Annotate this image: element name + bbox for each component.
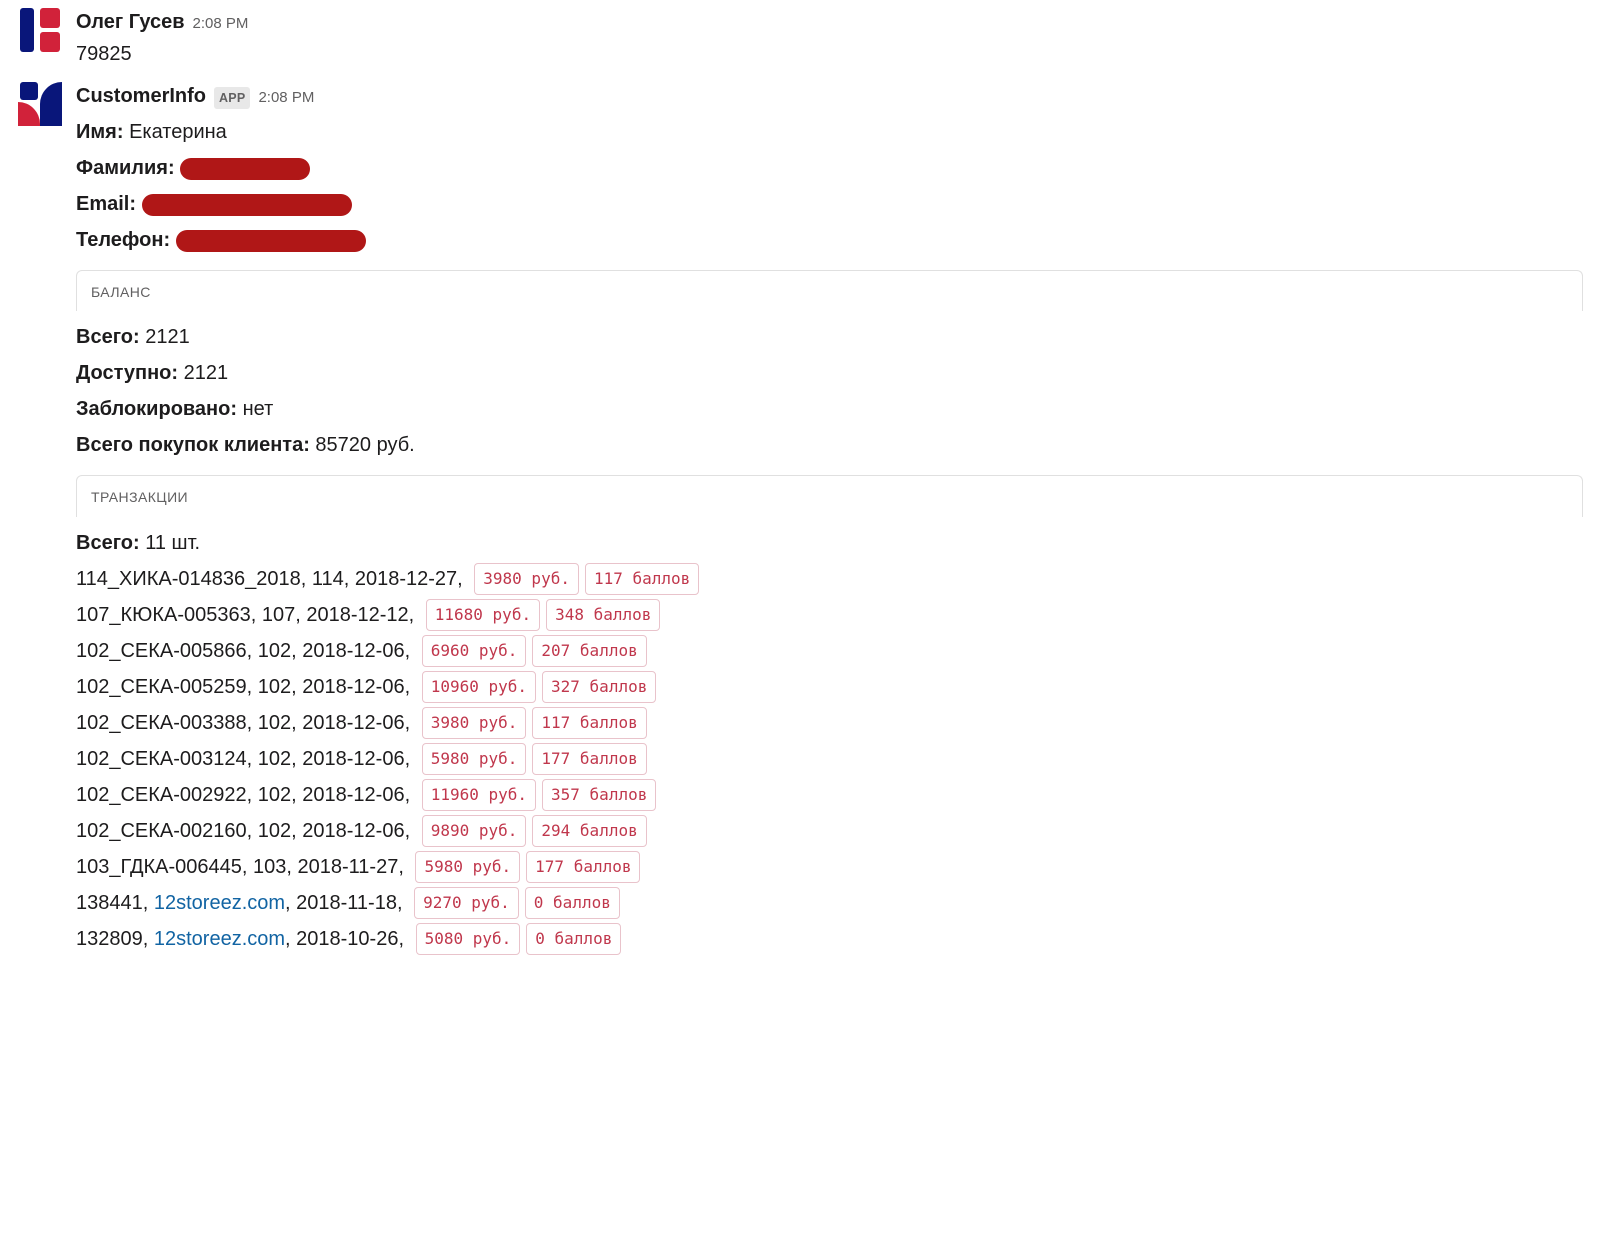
field-value: 11 шт.: [145, 532, 200, 554]
tx-amount-tag: 9890 руб.: [422, 815, 527, 847]
tx-points-tag: 207 баллов: [532, 635, 646, 667]
sender-name[interactable]: Олег Гусев: [76, 6, 185, 38]
field-label: Email:: [76, 193, 136, 215]
message-body: Олег Гусев 2:08 PM 79825: [76, 6, 1583, 70]
avatar[interactable]: [16, 6, 64, 54]
balance-total-purchases: Всего покупок клиента: 85720 руб.: [76, 429, 1583, 461]
message-text: 79825: [76, 38, 1583, 70]
tx-text: 102_СЕКА-005866, 102, 2018-12-06,: [76, 635, 416, 667]
field-value: 2121: [145, 326, 190, 348]
tx-points-tag: 0 баллов: [525, 887, 620, 919]
tx-row: 102_СЕКА-002922, 102, 2018-12-06, 11960 …: [76, 779, 1583, 811]
balance-blocked: Заблокировано: нет: [76, 393, 1583, 425]
field-value: нет: [243, 398, 274, 420]
tx-row: 138441, 12storeez.com, 2018-11-18, 9270 …: [76, 887, 1583, 919]
section-header-balance: БАЛАНС: [76, 270, 1583, 311]
tx-row: 102_СЕКА-005259, 102, 2018-12-06, 10960 …: [76, 671, 1583, 703]
message-body: CustomerInfo APP 2:08 PM Имя: Екатерина …: [76, 80, 1583, 961]
redacted-value: [180, 158, 310, 180]
field-label: Фамилия:: [76, 157, 175, 179]
tx-amount-tag: 11960 руб.: [422, 779, 536, 811]
tx-text: 107_КЮКА-005363, 107, 2018-12-12,: [76, 599, 420, 631]
tx-row: 103_ГДКА-006445, 103, 2018-11-27, 5980 р…: [76, 851, 1583, 883]
tx-row: 107_КЮКА-005363, 107, 2018-12-12, 11680 …: [76, 599, 1583, 631]
tx-row: 132809, 12storeez.com, 2018-10-26, 5080 …: [76, 923, 1583, 955]
field-value: 85720 руб.: [315, 434, 414, 456]
message: Олег Гусев 2:08 PM 79825: [0, 0, 1599, 74]
tx-points-tag: 294 баллов: [532, 815, 646, 847]
tx-points-tag: 117 баллов: [585, 563, 699, 595]
field-label: Телефон:: [76, 229, 170, 251]
section-header-transactions: ТРАНЗАКЦИИ: [76, 475, 1583, 516]
tx-text: 132809,: [76, 923, 154, 955]
field-label: Всего:: [76, 326, 140, 348]
tx-text: , 2018-10-26,: [285, 923, 410, 955]
tx-points-tag: 177 баллов: [526, 851, 640, 883]
tx-amount-tag: 3980 руб.: [422, 707, 527, 739]
message-time: 2:08 PM: [258, 86, 314, 110]
field-value: Екатерина: [129, 121, 227, 143]
balance-total: Всего: 2121: [76, 321, 1583, 353]
tx-text: 103_ГДКА-006445, 103, 2018-11-27,: [76, 851, 409, 883]
tx-amount-tag: 5080 руб.: [416, 923, 521, 955]
tx-amount-tag: 6960 руб.: [422, 635, 527, 667]
tx-row: 102_СЕКА-002160, 102, 2018-12-06, 9890 р…: [76, 815, 1583, 847]
tx-amount-tag: 5980 руб.: [415, 851, 520, 883]
message-time: 2:08 PM: [193, 12, 249, 36]
field-label: Всего покупок клиента:: [76, 434, 310, 456]
tx-row: 102_СЕКА-003388, 102, 2018-12-06, 3980 р…: [76, 707, 1583, 739]
field-label: Имя:: [76, 121, 124, 143]
sender-name[interactable]: CustomerInfo: [76, 80, 206, 112]
tx-row: 102_СЕКА-003124, 102, 2018-12-06, 5980 р…: [76, 743, 1583, 775]
tx-text: , 2018-11-18,: [285, 887, 408, 919]
tx-row: 102_СЕКА-005866, 102, 2018-12-06, 6960 р…: [76, 635, 1583, 667]
redacted-value: [142, 194, 352, 216]
tx-list: 114_ХИКА-014836_2018, 114, 2018-12-27, 3…: [76, 563, 1583, 955]
tx-amount-tag: 3980 руб.: [474, 563, 579, 595]
avatar[interactable]: [16, 80, 64, 128]
tx-link[interactable]: 12storeez.com: [154, 923, 285, 955]
tx-total: Всего: 11 шт.: [76, 527, 1583, 559]
customer-email-line: Email:: [76, 188, 1583, 220]
tx-points-tag: 177 баллов: [532, 743, 646, 775]
field-value: 2121: [184, 362, 229, 384]
tx-text: 102_СЕКА-003124, 102, 2018-12-06,: [76, 743, 416, 775]
tx-text: 114_ХИКА-014836_2018, 114, 2018-12-27,: [76, 563, 468, 595]
field-label: Заблокировано:: [76, 398, 237, 420]
tx-amount-tag: 11680 руб.: [426, 599, 540, 631]
message: CustomerInfo APP 2:08 PM Имя: Екатерина …: [0, 74, 1599, 965]
tx-points-tag: 117 баллов: [532, 707, 646, 739]
tx-amount-tag: 5980 руб.: [422, 743, 527, 775]
tx-text: 138441,: [76, 887, 154, 919]
field-label: Доступно:: [76, 362, 178, 384]
tx-points-tag: 348 баллов: [546, 599, 660, 631]
tx-text: 102_СЕКА-002160, 102, 2018-12-06,: [76, 815, 416, 847]
customer-surname-line: Фамилия:: [76, 152, 1583, 184]
customer-name-line: Имя: Екатерина: [76, 116, 1583, 148]
tx-points-tag: 357 баллов: [542, 779, 656, 811]
customer-phone-line: Телефон:: [76, 224, 1583, 256]
app-badge: APP: [214, 87, 250, 109]
tx-points-tag: 0 баллов: [526, 923, 621, 955]
balance-available: Доступно: 2121: [76, 357, 1583, 389]
tx-text: 102_СЕКА-002922, 102, 2018-12-06,: [76, 779, 416, 811]
tx-points-tag: 327 баллов: [542, 671, 656, 703]
tx-text: 102_СЕКА-003388, 102, 2018-12-06,: [76, 707, 416, 739]
tx-amount-tag: 10960 руб.: [422, 671, 536, 703]
tx-row: 114_ХИКА-014836_2018, 114, 2018-12-27, 3…: [76, 563, 1583, 595]
tx-text: 102_СЕКА-005259, 102, 2018-12-06,: [76, 671, 416, 703]
redacted-value: [176, 230, 366, 252]
tx-link[interactable]: 12storeez.com: [154, 887, 285, 919]
tx-amount-tag: 9270 руб.: [414, 887, 519, 919]
field-label: Всего:: [76, 532, 140, 554]
